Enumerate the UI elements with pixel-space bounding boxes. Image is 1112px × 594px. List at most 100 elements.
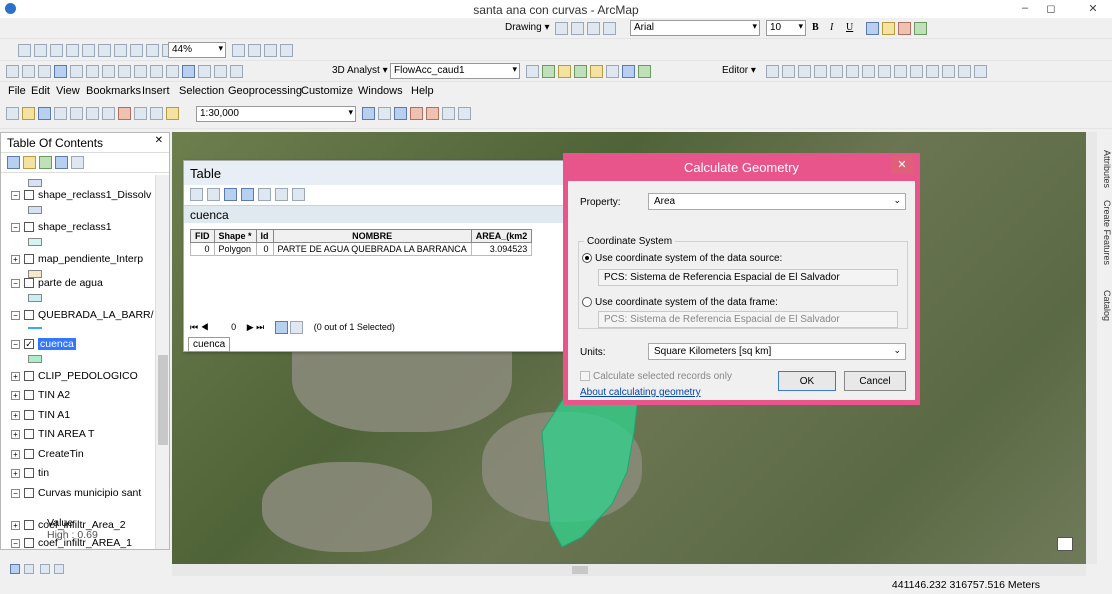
3d-analyst-menu[interactable]: 3D Analyst ▾ <box>332 65 388 76</box>
table-cell[interactable]: 0 <box>190 242 215 256</box>
hyperlink-icon[interactable] <box>198 65 211 78</box>
layer-visibility-checkbox[interactable] <box>24 371 34 382</box>
toc-close-button[interactable]: ✕ <box>155 135 163 146</box>
expand-toggle-icon[interactable]: − <box>11 278 20 288</box>
rectangle-icon[interactable] <box>587 22 600 35</box>
interpolate-point-icon[interactable] <box>574 65 587 78</box>
clear-selection-icon[interactable] <box>150 65 163 78</box>
layer-visibility-checkbox[interactable] <box>24 410 34 421</box>
menu-customize[interactable]: Customize <box>301 85 353 97</box>
about-geometry-link[interactable]: About calculating geometry <box>580 387 701 398</box>
prev-record-button[interactable]: ◀ <box>201 322 209 332</box>
sketch-properties-icon[interactable] <box>958 65 971 78</box>
expand-toggle-icon[interactable]: − <box>11 310 20 320</box>
menu-bookmarks[interactable]: Bookmarks <box>86 85 141 97</box>
editor-menu[interactable]: Editor ▾ <box>722 65 756 76</box>
zoom-out-icon[interactable] <box>22 65 35 78</box>
drawing-menu[interactable]: Drawing ▾ <box>505 22 549 33</box>
layer-visibility-checkbox[interactable] <box>24 190 34 201</box>
toc-layer-item[interactable]: + CreateTin <box>11 448 84 460</box>
toc-layer-item[interactable]: + TIN AREA T <box>11 428 94 440</box>
list-by-selection-icon[interactable] <box>55 156 68 169</box>
toc-layer-item[interactable]: + TIN A2 <box>11 389 70 401</box>
column-header[interactable]: AREA_(km2 <box>470 229 533 243</box>
underline-button[interactable]: U <box>846 22 853 33</box>
document-icon[interactable] <box>1057 537 1073 551</box>
print-icon[interactable] <box>54 107 67 120</box>
record-number[interactable]: 0 <box>231 322 236 332</box>
table-cell[interactable]: PARTE DE AGUA QUEBRADA LA BARRANCA <box>272 242 472 256</box>
toc-layer-item[interactable]: − shape_reclass1 <box>11 221 112 233</box>
point-icon[interactable] <box>846 65 859 78</box>
select-features-icon[interactable] <box>134 65 147 78</box>
toc-scroll-thumb[interactable] <box>158 355 168 445</box>
option-data-frame[interactable]: Use coordinate system of the data frame: <box>582 297 778 308</box>
toc-layer-item[interactable]: + tin <box>11 467 49 479</box>
menu-edit[interactable]: Edit <box>31 85 50 97</box>
catalog-tab[interactable]: Catalog <box>1101 290 1112 321</box>
edit-tool-icon[interactable] <box>766 65 779 78</box>
cut-icon[interactable] <box>70 107 83 120</box>
fixed-zoom-out-icon[interactable] <box>86 65 99 78</box>
attributes-icon[interactable] <box>942 65 955 78</box>
zoom-to-selected-icon[interactable] <box>275 188 288 201</box>
create-features-tab[interactable]: Create Features <box>1101 200 1112 265</box>
arcscene-icon[interactable] <box>622 65 635 78</box>
layout-zoom-select[interactable]: 44% ▾ <box>168 42 226 58</box>
expand-toggle-icon[interactable]: + <box>11 520 20 530</box>
add-data-icon[interactable] <box>166 107 179 120</box>
selected-records-option[interactable]: Calculate selected records only <box>580 371 732 382</box>
toc-options-icon[interactable] <box>71 156 84 169</box>
copy-icon[interactable] <box>86 107 99 120</box>
column-header[interactable]: Shape * <box>213 229 257 243</box>
layer-select[interactable]: FlowAcc_caud1 ▾ <box>390 63 520 79</box>
map-scale-select[interactable]: 1:30,000 ▾ <box>196 106 356 122</box>
expand-toggle-icon[interactable]: + <box>11 371 20 381</box>
line-of-sight-icon[interactable] <box>558 65 571 78</box>
italic-button[interactable]: I <box>830 22 833 33</box>
line-color-icon[interactable] <box>898 22 911 35</box>
arcglobe-icon[interactable] <box>638 65 651 78</box>
end-point-arc-icon[interactable] <box>814 65 827 78</box>
toc-layer-item[interactable]: + CLIP_PEDOLOGICO <box>11 370 138 382</box>
menu-help[interactable]: Help <box>411 85 434 97</box>
catalog-window-icon[interactable] <box>394 107 407 120</box>
toc-layer-item[interactable]: + map_pendiente_Interp <box>11 253 143 265</box>
map-horizontal-scrollbar[interactable] <box>172 564 1086 576</box>
maximize-button[interactable]: ◻ <box>1040 2 1062 16</box>
expand-toggle-icon[interactable]: + <box>11 468 20 478</box>
list-by-source-icon[interactable] <box>23 156 36 169</box>
table-row[interactable]: 0 Polygon 0 PARTE DE AGUA QUEBRADA LA BARRA… <box>190 242 533 256</box>
interpolate-line-icon[interactable] <box>590 65 603 78</box>
toc-layer-item[interactable]: + TIN A1 <box>11 409 70 421</box>
paste-icon[interactable] <box>102 107 115 120</box>
bold-button[interactable]: B <box>812 22 819 33</box>
layout-view-icon[interactable] <box>24 564 34 574</box>
font-color-icon[interactable] <box>866 22 879 35</box>
refresh-view-icon[interactable] <box>40 564 50 574</box>
dialog-close-button[interactable]: ✕ <box>891 156 913 174</box>
pan-page-icon[interactable] <box>50 44 63 57</box>
map-vertical-scrollbar[interactable] <box>1086 132 1097 564</box>
selected-records-checkbox[interactable] <box>580 371 590 382</box>
text-icon[interactable] <box>603 22 616 35</box>
select-by-attributes-icon[interactable] <box>224 188 237 201</box>
redo-icon[interactable] <box>150 107 163 120</box>
zoom-in-icon[interactable] <box>6 65 19 78</box>
column-header[interactable]: FID <box>190 229 215 243</box>
expand-toggle-icon[interactable]: − <box>11 339 20 349</box>
show-all-records-icon[interactable] <box>274 321 288 334</box>
radio-data-frame[interactable] <box>582 297 592 308</box>
delete-selected-icon[interactable] <box>292 188 305 201</box>
menu-file[interactable]: File <box>8 85 26 97</box>
open-folder-icon[interactable] <box>22 107 35 120</box>
menu-insert[interactable]: Insert <box>142 85 170 97</box>
edit-vertices-icon[interactable] <box>862 65 875 78</box>
toc-layer-item[interactable]: − Curvas municipio sant <box>11 487 141 499</box>
data-view-icon[interactable] <box>10 564 20 574</box>
next-record-button[interactable]: ▶ <box>247 322 254 332</box>
toc-layer-item[interactable]: − ✓ cuenca <box>11 338 76 350</box>
layer-visibility-checkbox[interactable] <box>24 310 34 321</box>
zoom-whole-page-icon[interactable] <box>66 44 79 57</box>
show-selected-records-icon[interactable] <box>290 321 304 334</box>
